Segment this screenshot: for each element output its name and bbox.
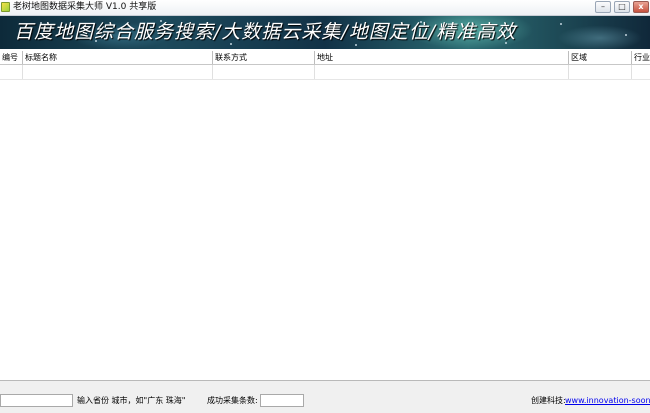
row-divider (212, 65, 213, 79)
column-header-industry[interactable]: 行业 (632, 51, 650, 64)
table-row[interactable] (0, 65, 650, 80)
table-header: 编号 标题名称 联系方式 地址 区域 行业 (0, 51, 650, 65)
maximize-button[interactable]: □ (614, 1, 630, 13)
banner: 百度地图综合服务搜索/大数据云采集/地图定位/精准高效 (0, 16, 650, 49)
column-header-address[interactable]: 地址 (315, 51, 569, 64)
close-button[interactable]: x (633, 1, 649, 13)
row-divider (568, 65, 569, 79)
column-header-region[interactable]: 区域 (569, 51, 632, 64)
minimize-button[interactable]: – (595, 1, 611, 13)
banner-text: 百度地图综合服务搜索/大数据云采集/地图定位/精准高效 (14, 21, 517, 43)
count-field (260, 394, 304, 407)
app-icon (1, 2, 10, 12)
row-divider (631, 65, 632, 79)
column-header-id[interactable]: 编号 (0, 51, 23, 64)
row-divider (22, 65, 23, 79)
column-header-title[interactable]: 标题名称 (23, 51, 213, 64)
region-hint: 输入省份 城市，如"广东 珠海" (77, 396, 186, 405)
column-header-contact[interactable]: 联系方式 (213, 51, 315, 64)
title-bar: 老树地图数据采集大师 V1.0 共享版 – □ x (0, 0, 650, 16)
results-table[interactable]: 编号 标题名称 联系方式 地址 区域 行业 (0, 51, 650, 380)
credit-link[interactable]: www.innovation-soon.com (565, 395, 650, 406)
region-input[interactable] (0, 394, 73, 407)
count-label: 成功采集条数: (207, 396, 258, 405)
credit-label: 创建科技: (531, 396, 566, 405)
bottom-bar: 输入省份 城市，如"广东 珠海" 成功采集条数: 创建科技: www.innov… (0, 380, 650, 413)
window-title: 老树地图数据采集大师 V1.0 共享版 (13, 2, 157, 12)
row-divider (314, 65, 315, 79)
